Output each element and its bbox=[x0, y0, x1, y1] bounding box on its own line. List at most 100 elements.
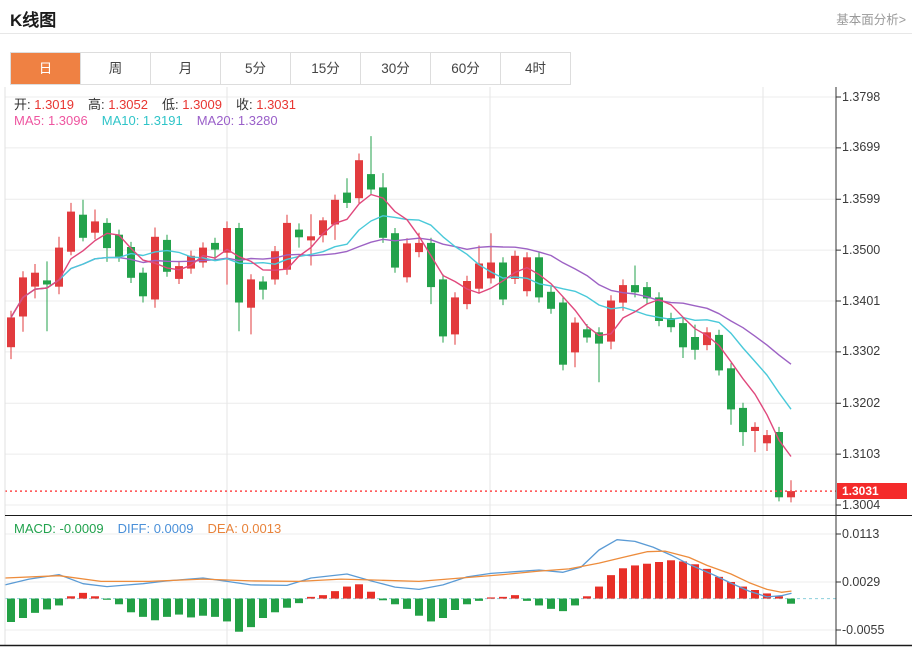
macd-bar bbox=[403, 599, 411, 609]
macd-bar bbox=[43, 599, 51, 610]
macd-bar bbox=[331, 591, 339, 598]
macd-bar bbox=[103, 599, 111, 600]
macd-bar bbox=[427, 599, 435, 622]
macd-bar bbox=[439, 599, 447, 618]
axis-tick-label: 0.0029 bbox=[842, 575, 908, 590]
axis-tick-label: 1.3302 bbox=[842, 344, 908, 359]
candle-body bbox=[607, 301, 615, 342]
macd-bar bbox=[199, 599, 207, 616]
macd-bar bbox=[607, 575, 615, 598]
candle-body bbox=[355, 160, 363, 198]
candle-body bbox=[235, 228, 243, 303]
macd-histogram bbox=[7, 560, 795, 631]
candle-body bbox=[583, 329, 591, 337]
axis-tick-label: 1.3004 bbox=[842, 498, 908, 513]
macd-bar bbox=[643, 564, 651, 599]
macd-bar bbox=[19, 599, 27, 618]
macd-bar bbox=[127, 599, 135, 613]
macd-bar bbox=[295, 599, 303, 604]
axis-tick-label: 1.3202 bbox=[842, 396, 908, 411]
axis-tick-label: 1.3699 bbox=[842, 140, 908, 155]
ma5-readout: MA5: 1.3096 bbox=[14, 113, 88, 128]
macd-readout: MACD: -0.0009 bbox=[14, 521, 104, 536]
axis-tick-label: 0.0113 bbox=[842, 527, 908, 542]
candle-body bbox=[379, 187, 387, 237]
axis-tick-label: 1.3599 bbox=[842, 192, 908, 207]
candle-body bbox=[367, 174, 375, 189]
macd-bar bbox=[391, 599, 399, 605]
macd-bar bbox=[367, 592, 375, 599]
macd-bar bbox=[343, 587, 351, 599]
macd-readout: MACD: -0.0009DIFF: 0.0009DEA: 0.0013 bbox=[14, 521, 295, 536]
candle-body bbox=[151, 237, 159, 300]
macd-bar bbox=[487, 597, 495, 598]
candles-group bbox=[7, 136, 795, 502]
macd-bar bbox=[115, 599, 123, 605]
low-readout: 低: 1.3009 bbox=[162, 97, 222, 112]
candle-body bbox=[247, 279, 255, 307]
candle-body bbox=[739, 408, 747, 432]
macd-bar bbox=[523, 599, 531, 601]
macd-bar bbox=[235, 599, 243, 632]
ohlc-readout: 开: 1.3019高: 1.3052低: 1.3009收: 1.3031 bbox=[14, 94, 310, 113]
candle-body bbox=[787, 491, 795, 497]
candle-body bbox=[403, 243, 411, 277]
ma-readout: MA5: 1.3096 MA10: 1.3191 MA20: 1.3280 bbox=[14, 113, 292, 128]
macd-bar bbox=[223, 599, 231, 622]
candle-body bbox=[751, 427, 759, 431]
macd-bar bbox=[655, 562, 663, 599]
candle-body bbox=[295, 230, 303, 238]
axis-tick-label: 1.3798 bbox=[842, 90, 908, 105]
candle-body bbox=[775, 432, 783, 497]
candle-body bbox=[547, 292, 555, 309]
high-readout: 高: 1.3052 bbox=[88, 97, 148, 112]
candle-body bbox=[475, 264, 483, 289]
macd-bar bbox=[211, 599, 219, 617]
candle-body bbox=[559, 303, 567, 365]
dea-readout: DEA: 0.0013 bbox=[207, 521, 281, 536]
macd-bar bbox=[511, 595, 519, 598]
macd-bar bbox=[91, 596, 99, 598]
kline-chart-widget: K线图 基本面分析> 日周月5分15分30分60分4时 开: 1.3019高: … bbox=[0, 0, 912, 647]
macd-bar bbox=[619, 568, 627, 598]
candle-body bbox=[259, 282, 267, 290]
candle-body bbox=[679, 323, 687, 347]
candle-body bbox=[715, 335, 723, 371]
macd-bar bbox=[319, 595, 327, 598]
candle-body bbox=[271, 251, 279, 279]
macd-bar bbox=[163, 599, 171, 617]
candle-body bbox=[619, 285, 627, 303]
macd-bar bbox=[667, 560, 675, 598]
macd-bar bbox=[715, 577, 723, 599]
macd-bar bbox=[259, 599, 267, 618]
macd-bar bbox=[631, 565, 639, 598]
macd-bar bbox=[559, 599, 567, 612]
candle-body bbox=[439, 279, 447, 336]
macd-bar bbox=[175, 599, 183, 615]
macd-bar bbox=[247, 599, 255, 628]
axis-tick-label: 1.3500 bbox=[842, 243, 908, 258]
candle-body bbox=[79, 215, 87, 238]
ma20-readout: MA20: 1.3280 bbox=[197, 113, 278, 128]
candle-body bbox=[211, 243, 219, 250]
candle-body bbox=[55, 248, 63, 287]
macd-bar bbox=[67, 596, 75, 598]
candle-body bbox=[463, 281, 471, 304]
macd-bar bbox=[79, 593, 87, 599]
candle-body bbox=[511, 256, 519, 279]
candle-body bbox=[523, 257, 531, 291]
candle-body bbox=[139, 273, 147, 297]
close-readout: 收: 1.3031 bbox=[236, 97, 296, 112]
candle-body bbox=[571, 323, 579, 353]
macd-bar bbox=[187, 599, 195, 618]
macd-bar bbox=[571, 599, 579, 606]
macd-bar bbox=[787, 599, 795, 604]
ma10-readout: MA10: 1.3191 bbox=[102, 113, 183, 128]
candle-body bbox=[31, 273, 39, 287]
macd-bar bbox=[547, 599, 555, 609]
macd-bar bbox=[31, 599, 39, 613]
candle-body bbox=[763, 435, 771, 443]
macd-bar bbox=[55, 599, 63, 606]
candle-body bbox=[43, 280, 51, 284]
candle-body bbox=[7, 317, 15, 347]
